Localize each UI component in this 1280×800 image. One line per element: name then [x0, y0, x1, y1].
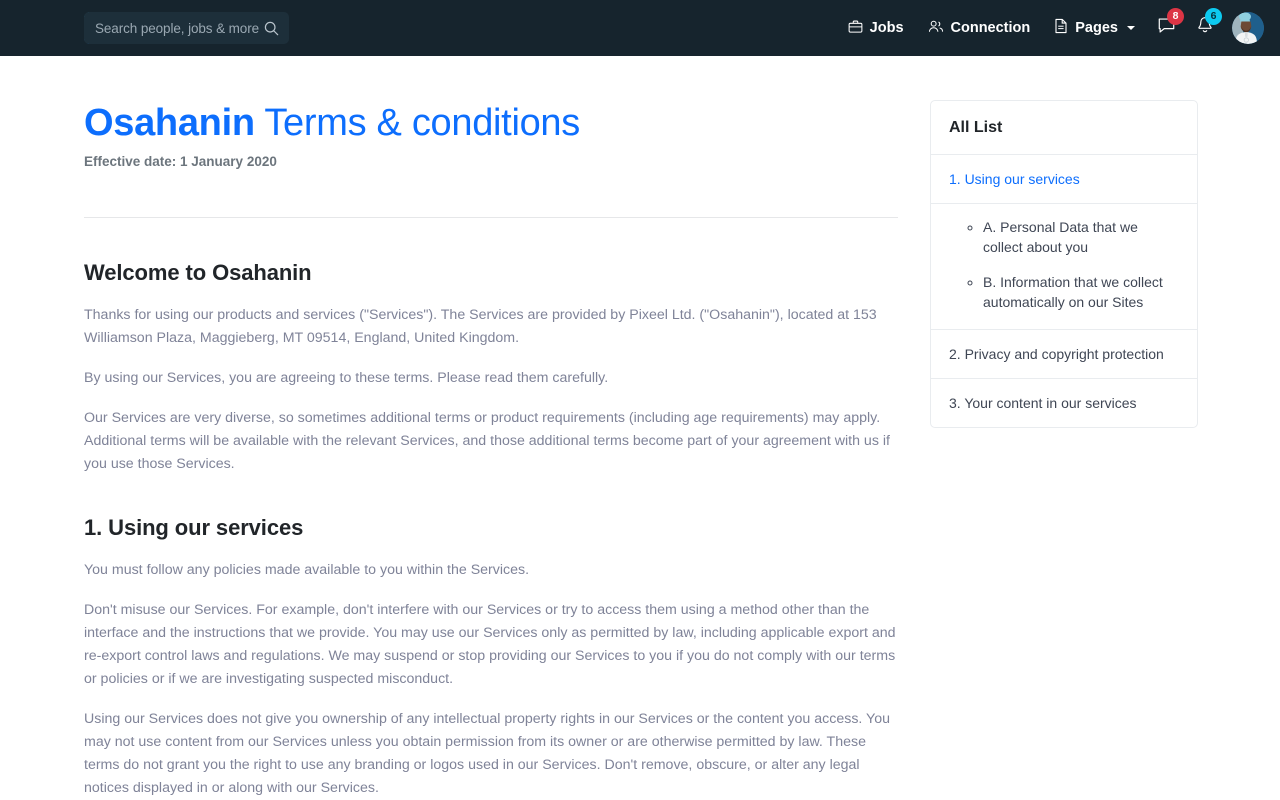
nav-link-label: Connection — [950, 20, 1031, 36]
sidebar-item-label: 2. Privacy and copyright protection — [949, 345, 1164, 362]
page-body: Osahanin Terms & conditions Effective da… — [0, 56, 1280, 800]
sidebar-subitem-personal-data[interactable]: A. Personal Data that we collect about y… — [983, 218, 1179, 258]
effective-date: Effective date: 1 January 2020 — [84, 153, 277, 169]
sidebar-item-your-content[interactable]: 3. Your content in our services — [931, 379, 1197, 427]
messages-badge: 8 — [1167, 8, 1184, 25]
nav-link-label: Jobs — [869, 20, 904, 36]
terms-content: Welcome to Osahanin Thanks for using our… — [84, 218, 898, 800]
nav-link-jobs[interactable]: Jobs — [836, 13, 916, 44]
all-list-card-header: All List — [931, 101, 1197, 155]
sidebar-item-using-our-services[interactable]: 1. Using our services — [931, 155, 1197, 204]
welcome-paragraph-3: Our Services are very diverse, so someti… — [84, 409, 890, 472]
nav-link-pages[interactable]: Pages — [1042, 12, 1147, 44]
main-content-column: Osahanin Terms & conditions Effective da… — [84, 100, 914, 800]
all-list-card: All List 1. Using our services A. Person… — [930, 100, 1198, 428]
nav-link-label: Pages — [1075, 20, 1118, 36]
welcome-paragraph-1: Thanks for using our products and servic… — [84, 306, 877, 346]
page-title-rest: Terms & conditions — [254, 102, 580, 144]
document-icon — [1054, 18, 1068, 38]
all-list-title: All List — [949, 119, 1003, 136]
top-navbar: Jobs Connection — [0, 0, 1280, 56]
sidebar-subitems: A. Personal Data that we collect about y… — [931, 204, 1197, 330]
section-1-heading: 1. Using our services — [84, 514, 304, 540]
sidebar-item-privacy-and-copyright[interactable]: 2. Privacy and copyright protection — [931, 330, 1197, 379]
notifications-badge: 6 — [1205, 8, 1222, 25]
welcome-paragraph-2: By using our Services, you are agreeing … — [84, 369, 609, 386]
sidebar-subitem-list: A. Personal Data that we collect about y… — [949, 218, 1179, 313]
section-1-paragraph-3: Using our Services does not give you own… — [84, 710, 890, 796]
sidebar-item-label: 1. Using our services — [949, 171, 1080, 187]
search-box[interactable] — [84, 12, 289, 44]
chevron-down-icon — [1127, 26, 1135, 30]
section-1-paragraph-1: You must follow any policies made availa… — [84, 561, 530, 578]
sidebar-item-label: 3. Your content in our services — [949, 394, 1137, 411]
search-icon[interactable] — [264, 21, 279, 36]
sidebar-column: All List 1. Using our services A. Person… — [930, 100, 1198, 800]
navbar-right-group: Jobs Connection Pages 8 6 — [836, 8, 1264, 46]
notifications-button[interactable]: 6 — [1186, 8, 1224, 46]
welcome-heading: Welcome to Osahanin — [84, 259, 312, 285]
avatar[interactable] — [1232, 12, 1264, 44]
page-title: Osahanin Terms & conditions — [84, 100, 898, 148]
people-icon — [928, 19, 944, 38]
nav-link-connection[interactable]: Connection — [916, 13, 1043, 44]
sidebar-subitem-label: B. Information that we collect automatic… — [983, 273, 1163, 310]
sidebar-subitem-automatic-information[interactable]: B. Information that we collect automatic… — [983, 273, 1179, 313]
briefcase-icon — [848, 19, 863, 38]
page-title-brand: Osahanin — [84, 102, 255, 144]
messages-button[interactable]: 8 — [1147, 8, 1186, 46]
section-1-paragraph-2: Don't misuse our Services. For example, … — [84, 601, 896, 687]
sidebar-subitem-label: A. Personal Data that we collect about y… — [983, 219, 1138, 255]
search-input[interactable] — [95, 20, 260, 36]
